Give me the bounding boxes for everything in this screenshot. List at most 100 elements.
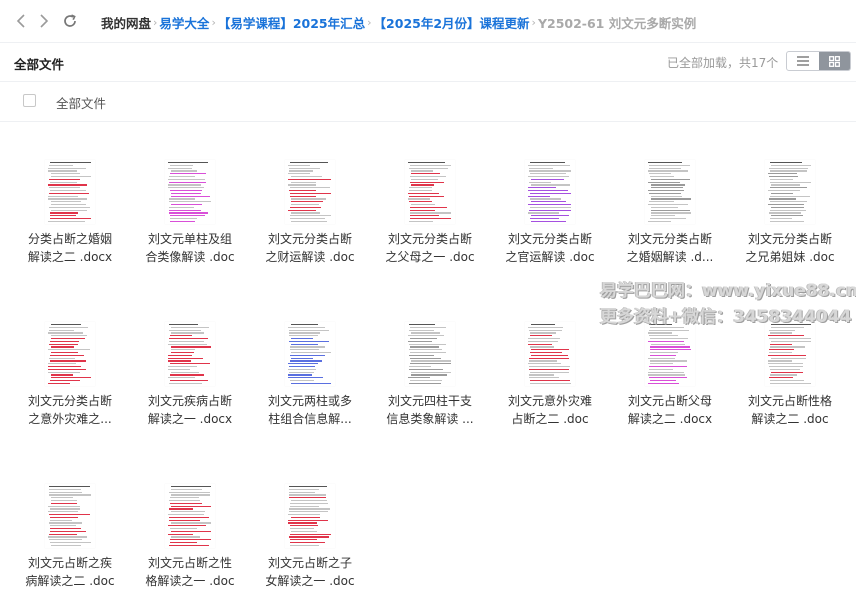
file-item[interactable]: 刘文元四柱干支 信息类象解读 ... — [375, 322, 485, 452]
back-button[interactable] — [11, 11, 31, 31]
thumbnail-line — [168, 167, 192, 169]
breadcrumb: 我的网盘 › 易学大全 › 【易学课程】2025年汇总 › 【2025年2月份】课程更新 › Y… — [101, 13, 696, 32]
thumbnail-line — [771, 164, 811, 166]
thumbnail-line — [289, 190, 316, 192]
thumbnail-line — [651, 187, 683, 189]
breadcrumb-item[interactable]: 易学大全 — [159, 13, 209, 32]
thumbnail-line — [51, 173, 80, 175]
grid-view-button[interactable] — [818, 52, 850, 70]
thumbnail-line — [410, 363, 451, 365]
thumbnail-line — [51, 324, 81, 326]
thumbnail-line — [51, 346, 74, 348]
file-item[interactable]: 刘文元分类占断 之婚姻解读 .d... — [615, 160, 725, 290]
thumbnail-line — [50, 354, 84, 356]
file-item[interactable]: 刘文元分类占断 之意外灾难之... — [15, 322, 125, 452]
file-item[interactable]: 刘文元占断之子 女解读之一 .doc — [255, 484, 365, 614]
file-item[interactable]: 刘文元两柱或多 柱组合信息解... — [255, 322, 365, 452]
thumbnail-line — [771, 357, 806, 359]
document-thumbnail-icon — [765, 160, 815, 224]
thumbnail-line — [648, 340, 684, 342]
file-name-line-1: 刘文元占断性格 — [747, 394, 832, 408]
thumbnail-line — [530, 352, 562, 354]
thumbnail-line — [651, 206, 678, 208]
thumbnail-line — [49, 192, 89, 194]
breadcrumb-item[interactable]: 【易学课程】2025年汇总 — [218, 13, 365, 32]
file-item[interactable]: 刘文元占断之性 格解读之一 .doc — [135, 484, 245, 614]
thumbnail-line — [768, 204, 804, 206]
file-item[interactable]: 刘文元分类占断 之财运解读 .doc — [255, 160, 365, 290]
refresh-button[interactable] — [60, 11, 80, 31]
breadcrumb-item[interactable]: 【2025年2月份】课程更新 — [374, 13, 530, 32]
thumbnail-line — [289, 488, 319, 490]
thumbnail-line — [168, 533, 193, 535]
thumbnail-line — [649, 368, 673, 370]
thumbnail-line — [48, 505, 80, 507]
thumbnail-line — [408, 340, 432, 342]
thumbnail-line — [169, 508, 193, 510]
breadcrumb-item[interactable]: 我的网盘 — [101, 13, 151, 32]
file-item[interactable]: 分类占断之婚姻 解读之二 .docx — [15, 160, 125, 290]
thumbnail-line — [770, 187, 807, 189]
thumbnail-line — [48, 371, 80, 373]
file-item[interactable]: 刘文元单柱及组 合类像解读 .doc — [135, 160, 245, 290]
thumbnail-line — [50, 190, 86, 192]
chevron-left-icon — [16, 14, 25, 28]
file-item[interactable]: 刘文元占断性格 解读之二 .doc — [735, 322, 845, 452]
thumbnail-line — [49, 187, 80, 189]
thumbnail-line — [649, 335, 678, 337]
thumbnail-line — [170, 218, 197, 220]
grid-icon — [828, 55, 840, 67]
thumbnail-line — [170, 173, 206, 175]
file-item[interactable]: 刘文元意外灾难 占断之二 .doc — [495, 322, 605, 452]
file-item[interactable]: 刘文元分类占断 之官运解读 .doc — [495, 160, 605, 290]
thumbnail-line — [648, 357, 675, 359]
thumbnail-line — [168, 525, 206, 527]
thumbnail-line — [771, 192, 793, 194]
thumbnail-line — [168, 162, 208, 164]
thumbnail-line — [771, 371, 803, 373]
select-all-checkbox[interactable] — [23, 94, 36, 107]
load-status-text: 已全部加载，共17个 — [667, 56, 779, 70]
thumbnail-line — [408, 335, 444, 337]
file-item[interactable]: 刘文元占断之疾 病解读之二 .doc — [15, 484, 125, 614]
thumbnail-line — [171, 505, 211, 507]
thumbnail-line — [529, 377, 559, 379]
thumbnail-line — [289, 536, 329, 538]
thumbnail-line — [410, 357, 441, 359]
file-item[interactable]: 刘文元分类占断 之兄弟姐妹 .doc — [735, 160, 845, 290]
thumbnail-line — [51, 209, 87, 211]
thumbnail-line — [169, 212, 208, 214]
thumbnail-line — [291, 176, 322, 178]
file-toolbar: 全部文件 已全部加载，共17个 — [0, 42, 856, 82]
thumbnail-line — [289, 491, 315, 493]
thumbnail-line — [529, 209, 571, 211]
thumbnail-line — [48, 511, 78, 513]
thumbnail-line — [171, 371, 199, 373]
file-name: 刘文元单柱及组 合类像解读 .doc — [135, 230, 245, 266]
watermark-line-2: 更多资料+微信：3458344044 — [600, 307, 852, 327]
file-name-line-2: 合类像解读 .doc — [145, 250, 235, 264]
refresh-icon — [64, 14, 76, 27]
thumbnail-line — [409, 201, 432, 203]
thumbnail-line — [51, 502, 77, 504]
document-thumbnail-icon — [765, 322, 815, 386]
thumbnail-line — [528, 343, 552, 345]
thumbnail-line — [289, 335, 318, 337]
thumbnail-line — [51, 338, 85, 340]
list-view-button[interactable] — [787, 52, 819, 70]
thumbnail-line — [769, 349, 794, 351]
file-name-line-2: 格解读之一 .doc — [145, 574, 235, 588]
thumbnail-line — [289, 170, 313, 172]
thumbnail-line — [49, 206, 90, 208]
thumbnail-line — [48, 167, 86, 169]
thumbnail-line — [770, 201, 807, 203]
thumbnail-line — [169, 181, 206, 183]
file-name: 刘文元分类占断 之财运解读 .doc — [255, 230, 365, 266]
document-thumbnail-icon — [285, 322, 335, 386]
thumbnail-line — [528, 212, 559, 214]
thumbnail-line — [288, 173, 310, 175]
file-item[interactable]: 刘文元分类占断 之父母之一 .doc — [375, 160, 485, 290]
file-item[interactable]: 刘文元占断父母 解读之二 .docx — [615, 322, 725, 452]
file-item[interactable]: 刘文元疾病占断 解读之一 .docx — [135, 322, 245, 452]
forward-button[interactable] — [34, 11, 54, 31]
